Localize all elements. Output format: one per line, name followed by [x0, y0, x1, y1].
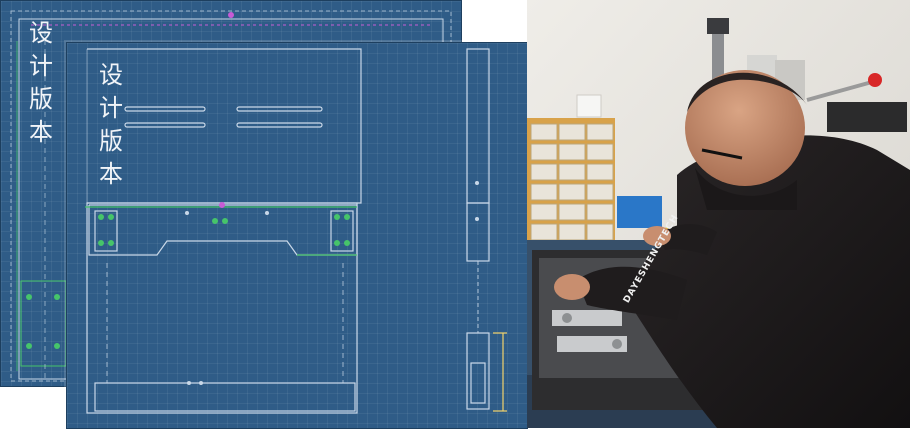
- cad-front-lines: [85, 48, 507, 414]
- workshop-photo: DAYESHENGTECH: [527, 0, 910, 428]
- workshop-photo-illustration: [527, 0, 910, 428]
- left-hand: [554, 274, 590, 300]
- red-handle-knob: [868, 73, 882, 87]
- design-version-label-front: 设计版本: [99, 61, 123, 188]
- blue-parts-box: [617, 196, 662, 228]
- cad-drawing-front: 设计版本: [66, 42, 528, 429]
- wall-outlet: [576, 94, 602, 118]
- storage-drawers: [527, 118, 615, 258]
- design-version-label-back: 设计版本: [29, 19, 53, 146]
